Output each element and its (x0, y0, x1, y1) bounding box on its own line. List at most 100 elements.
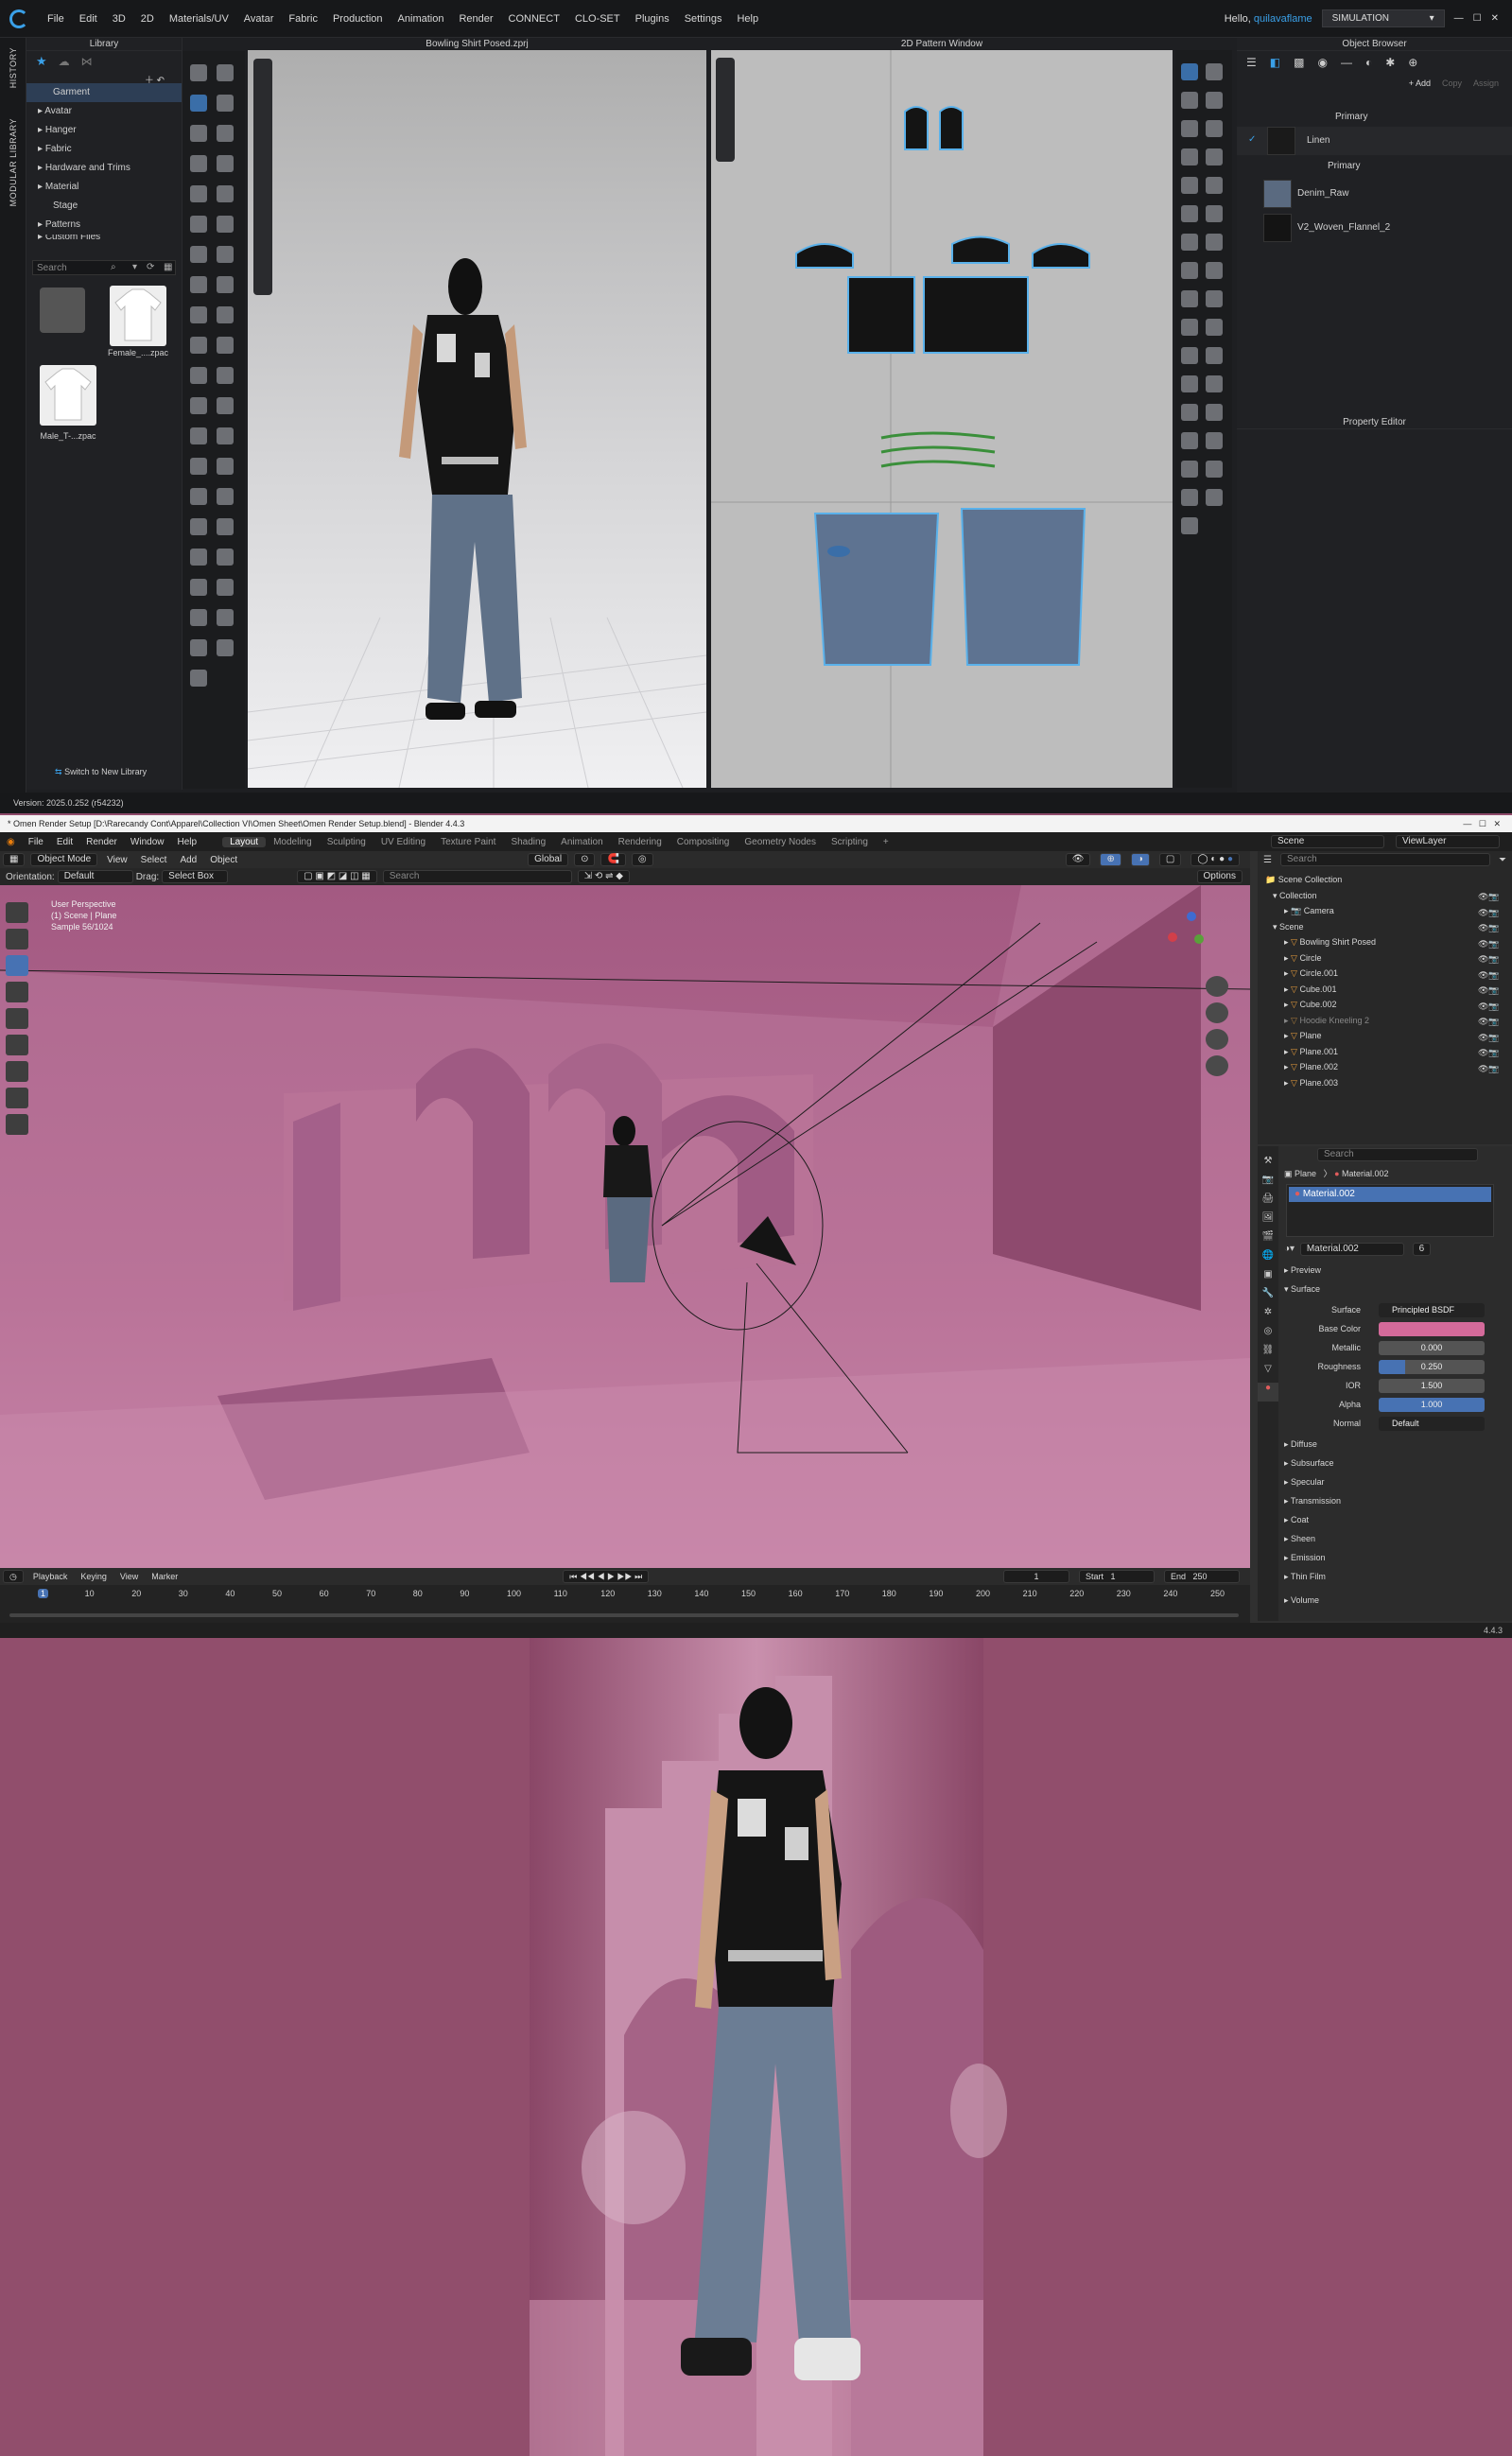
ior-field[interactable]: 1.500 (1379, 1379, 1485, 1393)
outliner-row[interactable]: ▸ ▽ Circle (1258, 950, 1512, 967)
tool-r-2[interactable] (1181, 92, 1198, 109)
header-search[interactable]: Search (382, 870, 572, 883)
tool-r-6[interactable] (1181, 148, 1198, 165)
fabric-tab-icon[interactable]: ◧ (1270, 56, 1280, 69)
plugin-icon[interactable]: ⋈ (81, 55, 93, 68)
tool-icon-35[interactable] (190, 609, 207, 626)
visibility-dropdown[interactable]: 👁 (1065, 853, 1091, 866)
rotate-tool-icon[interactable] (6, 982, 28, 1002)
history-tab[interactable]: HISTORY (9, 47, 18, 88)
tool-r-15[interactable] (1206, 262, 1223, 279)
shape-icon[interactable]: ◐ (1365, 56, 1372, 69)
tool-icon-11[interactable] (190, 246, 207, 263)
menu-2d[interactable]: 2D (133, 13, 162, 25)
library-item-material[interactable]: ▸ Material (26, 178, 182, 197)
assign-button[interactable]: Assign (1473, 78, 1499, 88)
mode-dropdown[interactable]: SIMULATION ▾ (1321, 9, 1445, 27)
sheen-section[interactable]: ▸ Sheen (1284, 1534, 1315, 1544)
menu-settings[interactable]: Settings (677, 13, 730, 25)
tool-icon-31[interactable] (190, 549, 207, 566)
menu-help[interactable]: Help (729, 13, 766, 25)
text-tool-icon[interactable] (1181, 404, 1198, 421)
fabric-row-linen[interactable]: ✓ Linen (1237, 127, 1512, 155)
gizmo-x-icon[interactable] (1168, 932, 1177, 942)
normal-field[interactable]: Default (1379, 1417, 1485, 1431)
base-color-field[interactable] (1379, 1322, 1485, 1336)
tool-icon-8[interactable] (217, 185, 234, 202)
world-props-icon[interactable]: 🌐 (1258, 1250, 1278, 1269)
outliner-row[interactable]: ▸ ▽ Cube.002 (1258, 997, 1512, 1013)
tool-r-3[interactable] (1206, 92, 1223, 109)
tool-r-27[interactable] (1206, 432, 1223, 449)
outliner-row[interactable]: ▸ ▽ Bowling Shirt Posed (1258, 934, 1512, 950)
bl-menu-file[interactable]: File (22, 837, 50, 847)
header-extra-tools[interactable]: ⇲ ⟲ ⇌ ◆ (577, 870, 630, 883)
scene-props-icon[interactable]: 🎬 (1258, 1231, 1278, 1250)
select-box-tool-icon[interactable] (6, 902, 28, 923)
fabric-row-denim[interactable]: Denim_Raw (1237, 178, 1512, 210)
outliner-row[interactable]: ▸ ▽ Plane.002 (1258, 1059, 1512, 1075)
ortho-grid-icon[interactable] (1206, 1055, 1228, 1076)
library-item-patterns[interactable]: ▸ Patterns (26, 216, 182, 235)
overlay-toggle[interactable]: ◑ (1130, 853, 1150, 866)
tool-r-5[interactable] (1206, 120, 1223, 137)
xray-toggle[interactable]: ▢ (1158, 853, 1182, 866)
add-cube-tool-icon[interactable] (6, 1114, 28, 1135)
tool-icon-22[interactable] (217, 397, 234, 414)
pin-tool-icon[interactable] (217, 95, 234, 112)
grid-view-icon[interactable]: ▾ (132, 262, 137, 272)
bl-menu-edit[interactable]: Edit (50, 837, 79, 847)
specular-section[interactable]: ▸ Specular (1284, 1477, 1325, 1488)
library-item-avatar[interactable]: ▸ Avatar (26, 102, 182, 121)
outliner-row[interactable]: ▾ Scene (1258, 919, 1512, 935)
menu-render[interactable]: Render (451, 13, 500, 25)
material-users-field[interactable]: 6 (1412, 1243, 1432, 1256)
output-props-icon[interactable]: 🖨 (1258, 1193, 1278, 1212)
surface-shader-field[interactable]: Principled BSDF (1379, 1303, 1485, 1317)
ws-shading[interactable]: Shading (503, 837, 553, 847)
add-workspace-icon[interactable]: + (876, 837, 896, 847)
switch-library-link[interactable]: ⇆ Switch to New Library (55, 767, 147, 777)
move-tool-icon[interactable] (6, 955, 28, 976)
viewlayer-selector[interactable]: ViewLayer (1396, 835, 1500, 848)
timeline-editor-type[interactable]: ◷ (3, 1570, 24, 1583)
mode-dropdown[interactable]: Object Mode (30, 853, 98, 866)
playback-controls[interactable]: ⏮ ◀◀ ◀ ▶ ▶▶ ⏭ (563, 1570, 650, 1583)
editor-type-dropdown[interactable]: ▦ (3, 853, 26, 866)
check-icon[interactable]: ✓ (1248, 134, 1256, 145)
tool-r-16[interactable] (1181, 290, 1198, 307)
keying-menu[interactable]: Keying (74, 1572, 113, 1581)
tool-r-14[interactable] (1181, 262, 1198, 279)
pattern-window[interactable] (711, 50, 1173, 788)
folder-thumb[interactable] (40, 287, 85, 333)
viewport-3d[interactable] (247, 50, 707, 789)
tool-r-11[interactable] (1206, 205, 1223, 222)
tool-r-8[interactable] (1181, 177, 1198, 194)
coat-section[interactable]: ▸ Coat (1284, 1515, 1309, 1525)
gizmo-toggle[interactable]: ⊕ (1100, 853, 1121, 866)
bl-view-menu[interactable]: View (100, 855, 134, 865)
tool-r-31[interactable] (1206, 489, 1223, 506)
add-fabric-button[interactable]: + Add (1409, 78, 1431, 88)
diffuse-section[interactable]: ▸ Diffuse (1284, 1439, 1317, 1450)
options-dropdown[interactable]: Options (1196, 870, 1243, 883)
tool-icon-16[interactable] (217, 306, 234, 323)
bl-add-menu[interactable]: Add (173, 855, 203, 865)
playback-menu[interactable]: Playback (26, 1572, 75, 1581)
zoom-icon[interactable] (1206, 976, 1228, 997)
tool-icon-15[interactable] (190, 306, 207, 323)
timeline-view-menu[interactable]: View (113, 1572, 145, 1581)
ws-texture-paint[interactable]: Texture Paint (433, 837, 503, 847)
shading-mode-buttons[interactable]: ▢ ▣ ◩ ◪ ◫ ▦ (297, 870, 377, 883)
gizmo-z-icon[interactable] (1187, 912, 1196, 921)
surface-section[interactable]: ▾ Surface (1284, 1284, 1320, 1295)
tool-r-21[interactable] (1206, 347, 1223, 364)
tool-icon-13[interactable] (190, 276, 207, 293)
material-slot-list[interactable]: ● Material.002 (1286, 1184, 1494, 1237)
drag-dropdown[interactable]: Select Box (162, 870, 229, 883)
library-item-hardware[interactable]: ▸ Hardware and Trims (26, 159, 182, 178)
material-slot[interactable]: ● Material.002 (1289, 1187, 1491, 1202)
ws-modeling[interactable]: Modeling (266, 837, 320, 847)
preview-section[interactable]: ▸ Preview (1284, 1265, 1321, 1276)
material-datablock[interactable]: ◑▾ Material.002 6 (1284, 1243, 1502, 1258)
